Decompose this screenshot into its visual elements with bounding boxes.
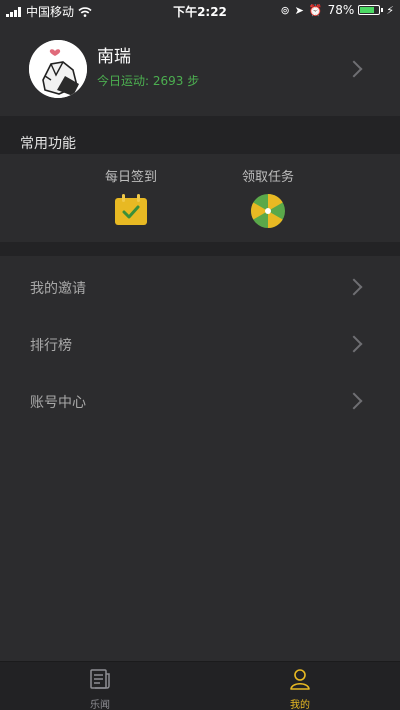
menu-item-leaderboard[interactable]: 排行榜 bbox=[0, 313, 400, 370]
chevron-right-icon bbox=[345, 335, 363, 353]
menu-item-label: 账号中心 bbox=[30, 395, 86, 411]
tab-news[interactable]: 乐闻 bbox=[70, 668, 130, 710]
claim-task-button[interactable]: 领取任务 bbox=[218, 166, 318, 229]
tab-news-label: 乐闻 bbox=[90, 700, 110, 710]
alarm-icon: ⏰ bbox=[308, 3, 323, 17]
tab-mine-label: 我的 bbox=[290, 700, 310, 710]
daily-checkin-button[interactable]: 每日签到 bbox=[81, 166, 181, 227]
battery-percentage: 78% bbox=[327, 3, 355, 17]
news-icon bbox=[90, 669, 110, 689]
section-header: 常用功能 bbox=[0, 116, 400, 154]
person-icon bbox=[290, 669, 310, 690]
menu-list: 我的邀请 排行榜 账号中心 bbox=[0, 256, 400, 427]
section-title: 常用功能 bbox=[20, 136, 76, 152]
battery-icon bbox=[358, 5, 381, 15]
avatar-illustration-icon bbox=[29, 40, 87, 98]
screen: 中国移动 下午2:22 ⊚ ➤ ⏰ 78% ⚡ 南瑞 今日运动: 2693 步 … bbox=[0, 0, 400, 710]
user-name: 南瑞 bbox=[97, 47, 131, 67]
calendar-check-icon bbox=[115, 194, 147, 225]
status-right: ⊚ ➤ ⏰ 78% ⚡ bbox=[275, 3, 394, 17]
tab-bar: 乐闻 我的 bbox=[0, 661, 400, 710]
menu-item-account-center[interactable]: 账号中心 bbox=[0, 370, 400, 427]
daily-checkin-label: 每日签到 bbox=[104, 170, 157, 185]
battery-level bbox=[360, 7, 375, 13]
menu-item-my-invitations[interactable]: 我的邀请 bbox=[0, 256, 400, 313]
profile-card[interactable]: 南瑞 今日运动: 2693 步 bbox=[0, 22, 400, 116]
divider-band bbox=[0, 242, 400, 256]
tab-mine[interactable]: 我的 bbox=[270, 668, 330, 710]
menu-item-label: 我的邀请 bbox=[30, 281, 86, 297]
today-steps: 今日运动: 2693 步 bbox=[97, 74, 200, 88]
claim-task-label: 领取任务 bbox=[241, 170, 294, 185]
orientation-lock-icon: ⊚ bbox=[280, 3, 290, 17]
chevron-right-icon[interactable] bbox=[345, 60, 363, 78]
chevron-right-icon bbox=[345, 278, 363, 296]
location-icon: ➤ bbox=[294, 3, 304, 17]
status-bar: 中国移动 下午2:22 ⊚ ➤ ⏰ 78% ⚡ bbox=[0, 0, 400, 20]
chevron-right-icon bbox=[345, 392, 363, 410]
avatar[interactable] bbox=[29, 40, 87, 98]
battery-cap bbox=[381, 8, 384, 12]
functions-panel: 每日签到 领取任务 bbox=[0, 154, 400, 242]
charging-icon: ⚡ bbox=[386, 3, 394, 17]
pinwheel-icon bbox=[251, 194, 285, 228]
menu-item-label: 排行榜 bbox=[30, 338, 72, 354]
